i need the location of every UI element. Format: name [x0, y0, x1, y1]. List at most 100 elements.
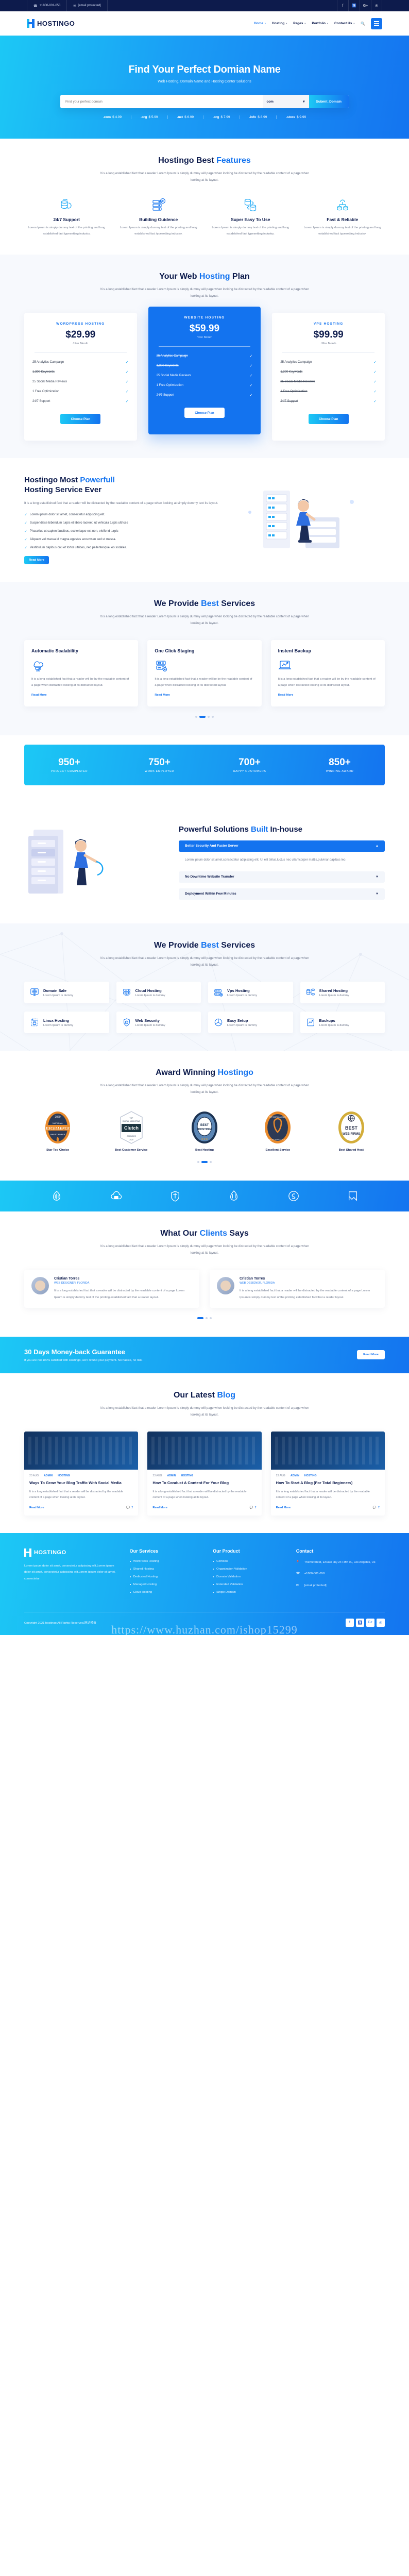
blog-comment-count: 💬 2: [126, 1506, 133, 1509]
carousel-dot[interactable]: [195, 716, 197, 718]
testimonial-text: It is a long established fact that a rea…: [54, 1289, 185, 1299]
service-box-domain-sale[interactable]: Domain Sale Lorem Ipsum is dummy: [24, 982, 109, 1004]
choose-plan-button[interactable]: Choose Plan: [60, 414, 101, 425]
service-read-more-link[interactable]: Read More: [31, 694, 47, 697]
counter-label: HAPPY CUSTOMERS: [233, 770, 266, 773]
headphone-icon[interactable]: ♿: [348, 0, 360, 11]
carousel-dot-active[interactable]: [201, 1161, 208, 1164]
service-box-shared-hosting[interactable]: Shared Hosting Lorem Ipsum is dummy: [300, 982, 385, 1004]
footer-link[interactable]: Single Domain: [213, 1591, 287, 1594]
feature-title: 24/7 Support: [53, 217, 80, 223]
google-plus-icon[interactable]: G+: [366, 1618, 374, 1627]
footer-logo[interactable]: HOSTINGO: [24, 1548, 121, 1557]
footer-link[interactable]: Cloud Hosting: [129, 1591, 204, 1594]
counter-label: WORK EMPLOYED: [144, 770, 174, 773]
carousel-dot[interactable]: [208, 716, 210, 718]
instagram-icon[interactable]: ◎: [371, 0, 382, 11]
headphone-icon[interactable]: ♿: [356, 1618, 364, 1627]
instagram-icon[interactable]: ◎: [377, 1618, 385, 1627]
testimonials-grid: Cristian Torres WEB DESIGNER, FLORIDA It…: [24, 1270, 385, 1308]
service-box-web-security[interactable]: Web Security Lorem Ipsum is dummy: [116, 1012, 201, 1034]
service-box-backups[interactable]: Backups Lorem Ipsum is dummy: [300, 1012, 385, 1034]
blog-read-more-link[interactable]: Read More: [152, 1506, 167, 1509]
accordion-header[interactable]: Deployment Within Few Minutes ▼: [179, 888, 385, 900]
footer-email[interactable]: ✉ [email protected]: [296, 1583, 385, 1589]
carousel-dots[interactable]: [24, 716, 385, 718]
tld-select[interactable]: com ▾: [262, 95, 309, 108]
nav-item-portfolio[interactable]: Portfolio ▼: [312, 22, 329, 25]
nav-item-hosting[interactable]: Hosting ▼: [272, 22, 287, 25]
google-plus-icon[interactable]: G+: [360, 0, 371, 11]
services-list-title: We Provide Best Services: [154, 941, 255, 950]
topbar-email[interactable]: ✉ [email protected]: [67, 0, 108, 11]
awards-carousel-dots[interactable]: [24, 1161, 385, 1164]
blog-card-footer: Read More 💬 2: [271, 1501, 385, 1516]
blog-read-more-link[interactable]: Read More: [276, 1506, 291, 1509]
services-cards-section: We Provide Best Services It is a long es…: [0, 581, 409, 736]
search-icon[interactable]: 🔍: [361, 22, 365, 26]
server-rack-pattern: [275, 1436, 381, 1464]
footer-link[interactable]: Shared Hosting: [129, 1568, 204, 1571]
main-navigation: HOSTINGO Home ▼ Hosting ▼ Pages ▼ Portfolio…: [0, 11, 409, 36]
footer-link[interactable]: Comodo: [213, 1560, 287, 1563]
blog-card[interactable]: 23 AUG ADMIN HOSTING How To Start A Blog…: [270, 1431, 385, 1516]
blog-section: Our Latest Blog It is a long established…: [0, 1373, 409, 1533]
facebook-icon[interactable]: f: [337, 0, 348, 11]
service-read-more-link[interactable]: Read More: [278, 694, 294, 697]
carousel-dot-active[interactable]: [197, 1317, 203, 1319]
facebook-icon[interactable]: f: [346, 1618, 354, 1627]
carousel-dot[interactable]: [210, 1317, 212, 1319]
nav-item-home[interactable]: Home ▼: [254, 22, 266, 25]
footer-link[interactable]: Managed Hosting: [129, 1583, 204, 1586]
service-title: One Click Staging: [155, 648, 195, 653]
footer-link[interactable]: Extended Validation: [213, 1583, 287, 1586]
footer-link[interactable]: Domain Validation: [213, 1575, 287, 1578]
tld-price-item: .net $ 6.99: [168, 115, 204, 119]
accordion-header[interactable]: Better Security And Faster Server ▲: [179, 840, 385, 852]
choose-plan-button[interactable]: Choose Plan: [308, 414, 349, 425]
site-logo[interactable]: HOSTINGO: [27, 19, 75, 28]
chevron-up-icon: ▲: [376, 844, 379, 848]
carousel-dot[interactable]: [197, 1161, 199, 1164]
blog-read-more-link[interactable]: Read More: [29, 1506, 44, 1509]
check-icon: ✓: [125, 400, 129, 404]
blog-card[interactable]: 23 AUG ADMIN HOSTING How To Conduct A Co…: [147, 1431, 262, 1516]
accordion-header[interactable]: No Downtime Website Transfer ▼: [179, 871, 385, 883]
footer-services-list: WordPress Hosting Shared Hosting Dedicat…: [129, 1560, 204, 1594]
feature-title: Super Easy To Use: [231, 217, 270, 223]
footer-link[interactable]: Organization Validation: [213, 1568, 287, 1571]
check-icon: ✓: [373, 400, 377, 404]
testimonials-carousel-dots[interactable]: [24, 1317, 385, 1319]
testimonial-name: Cristian Torres: [54, 1277, 80, 1281]
footer-link[interactable]: WordPress Hosting: [129, 1560, 204, 1563]
domain-search-input[interactable]: [65, 99, 263, 104]
footer-link[interactable]: Dedicated Hosting: [129, 1575, 204, 1578]
topbar-phone[interactable]: ☎ +1800-001-658: [27, 0, 67, 11]
service-box-easy-setup[interactable]: Easy Setup Lorem Ipsum is dummy: [208, 1012, 293, 1034]
service-box-linux-hosting[interactable]: Linux Hosting Lorem Ipsum is dummy: [24, 1012, 109, 1034]
carousel-dot[interactable]: [212, 716, 214, 718]
nav-item-pages[interactable]: Pages ▼: [293, 22, 306, 25]
submit-domain-button[interactable]: Submit_Domain: [309, 95, 349, 108]
copyright-text: Copyright 2021 hostingo All Rights Reser…: [24, 1622, 96, 1625]
carousel-dot[interactable]: [210, 1161, 212, 1164]
choose-plan-button[interactable]: Choose Plan: [184, 408, 225, 418]
check-icon: ✓: [249, 364, 253, 368]
service-read-more-link[interactable]: Read More: [155, 694, 170, 697]
powerful-read-more-button[interactable]: Read More: [24, 555, 49, 564]
service-text: It is a long established fact that a rea…: [278, 677, 376, 687]
blog-comment-count: 💬 2: [249, 1506, 257, 1509]
service-box-cloud-hosting[interactable]: Cloud Hosting Lorem Ipsum is dummy: [116, 982, 201, 1004]
services-title: We Provide Best Services: [154, 599, 255, 608]
footer-phone[interactable]: ☎ +1800-001-658: [296, 1571, 385, 1577]
service-box-vps-hosting[interactable]: Vps Hosting Lorem Ipsum is dummy: [208, 982, 293, 1004]
blog-card[interactable]: 23 AUG ADMIN HOSTING Ways To Grow Your B…: [24, 1431, 139, 1516]
service-box-text: Lorem Ipsum is dummy: [227, 994, 258, 997]
carousel-dot-active[interactable]: [199, 716, 206, 718]
hamburger-icon[interactable]: [371, 18, 382, 29]
plan-feature: 25 Analytics Campaign ✓: [32, 361, 129, 365]
money-back-read-more-button[interactable]: Read More: [357, 1350, 385, 1360]
nav-item-contact-us[interactable]: Contact Us ▼: [334, 22, 355, 25]
pricing-card-wordpress: WORDPRESS HOSTING $29.99 / Per Month 25 …: [24, 313, 137, 441]
carousel-dot[interactable]: [206, 1317, 208, 1319]
